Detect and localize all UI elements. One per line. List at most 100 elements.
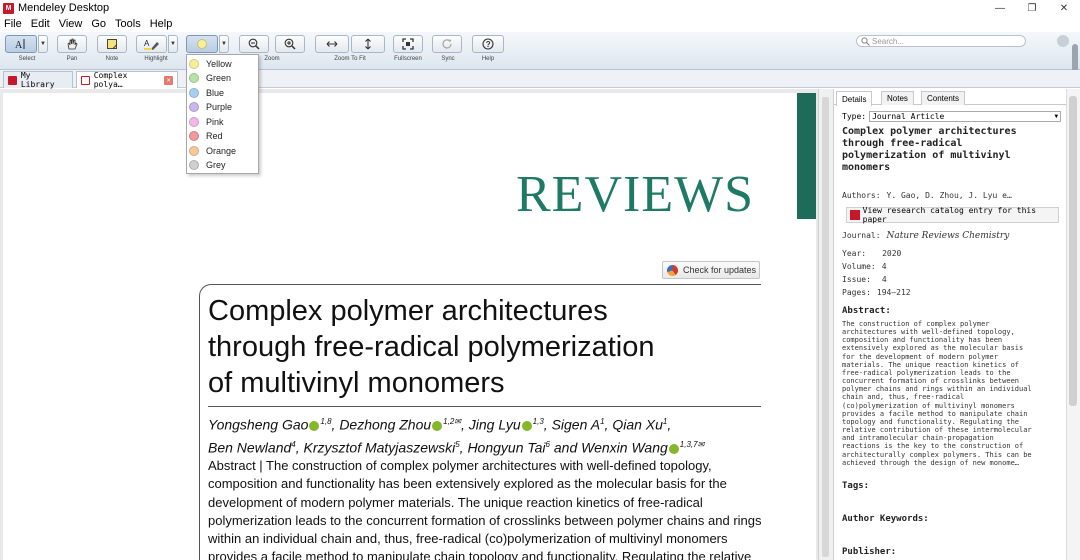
menu-tools[interactable]: Tools: [115, 18, 141, 30]
volume-field[interactable]: Volume: 4: [842, 262, 887, 271]
select-tool-dropdown[interactable]: ▼: [38, 35, 48, 53]
details-scrollbar[interactable]: [1069, 96, 1077, 406]
abstract-line: extensively explored as the molecular ba…: [842, 344, 1024, 353]
svg-text:?: ?: [486, 40, 491, 49]
purple-swatch-icon: [189, 102, 199, 112]
select-tool-button[interactable]: A: [5, 35, 37, 53]
menu-view[interactable]: View: [59, 18, 83, 30]
check-for-updates-button[interactable]: Check for updates: [662, 261, 760, 279]
user-avatar-icon[interactable]: [1057, 35, 1069, 47]
author-keywords-heading[interactable]: Author Keywords:: [842, 514, 929, 524]
color-option-yellow[interactable]: Yellow: [187, 57, 259, 71]
search-input[interactable]: Search...: [856, 35, 1026, 47]
pdf-page[interactable]: REVIEWS Check for updates Complex polyme…: [3, 93, 816, 560]
highlight-color-button[interactable]: [186, 35, 218, 53]
pages-field[interactable]: Pages: 194–212: [842, 288, 911, 297]
menu-edit[interactable]: Edit: [31, 18, 50, 30]
orcid-icon[interactable]: [432, 420, 443, 431]
type-select[interactable]: Journal Article ▼: [869, 111, 1062, 122]
pan-tool-button[interactable]: [57, 35, 87, 53]
menu-bar: File Edit View Go Tools Help: [0, 16, 1080, 32]
authors-field[interactable]: Authors: Y. Gao, D. Zhou, J. Lyu e…: [842, 191, 1012, 200]
help-button[interactable]: ?: [472, 35, 504, 53]
authors-label: Authors:: [842, 191, 881, 200]
color-option-grey[interactable]: Grey: [187, 158, 259, 172]
close-window-button[interactable]: ✕: [1048, 0, 1080, 16]
close-tab-icon[interactable]: ✕: [164, 75, 173, 85]
hand-icon: [67, 38, 78, 50]
document-title-field[interactable]: Complex polymer architectures through fr…: [842, 126, 1064, 174]
color-option-red[interactable]: Red: [187, 129, 259, 143]
highlight-color-dropdown[interactable]: ▼: [219, 35, 229, 53]
highlight-tool-button[interactable]: A: [136, 35, 167, 53]
journal-label: Journal:: [842, 231, 881, 240]
article-abstract[interactable]: Abstract | The construction of complex p…: [208, 457, 766, 560]
article-title-line: Complex polymer architectures: [208, 295, 608, 327]
abstract-line: Abstract | The construction of complex p…: [208, 458, 712, 473]
svg-text:A: A: [15, 40, 23, 50]
select-label: Select: [18, 56, 36, 62]
abstract-line: topology and functionality. Regulating t…: [842, 417, 1020, 426]
year-field[interactable]: Year: 2020: [842, 249, 901, 258]
title-bar: M Mendeley Desktop — ❐ ✕: [0, 0, 1080, 16]
tab-notes[interactable]: Notes: [881, 91, 914, 105]
zoom-in-icon: [284, 38, 296, 50]
sync-icon: [442, 39, 452, 49]
pink-swatch-icon: [189, 117, 199, 127]
abstract-line: architectures with well-defined topology…: [842, 328, 1015, 337]
tab-document[interactable]: Complex polya… ✕: [76, 71, 178, 89]
author-name: , Qian Xu: [604, 416, 663, 433]
menu-go[interactable]: Go: [91, 18, 106, 30]
orcid-icon[interactable]: [668, 443, 679, 454]
abstract-line: provides a facile method to manipulate c…: [842, 409, 1028, 418]
volume-label: Volume:: [842, 262, 876, 271]
tab-contents[interactable]: Contents: [921, 91, 966, 105]
zoom-out-button[interactable]: [239, 35, 269, 53]
journal-field[interactable]: Journal: Nature Reviews Chemistry: [842, 231, 1009, 241]
abstract-field[interactable]: The construction of complex polymer arch…: [842, 320, 1052, 467]
abstract-line: within an individual chain and, thus, fr…: [208, 531, 728, 547]
highlight-tool-dropdown[interactable]: ▼: [168, 35, 178, 53]
restore-button[interactable]: ❐: [1016, 0, 1048, 16]
author-name: , Krzysztof Matyjaszewski: [295, 439, 456, 456]
catalog-link-label: View research catalog entry for this pap…: [862, 206, 1037, 224]
color-option-purple[interactable]: Purple: [187, 100, 259, 114]
zoom-in-button[interactable]: [275, 35, 305, 53]
color-option-label: Red: [206, 131, 223, 141]
orcid-icon[interactable]: [521, 420, 532, 431]
chevron-down-icon: ▼: [1054, 113, 1059, 120]
color-option-pink[interactable]: Pink: [187, 115, 259, 129]
mendeley-logo-icon: M: [3, 2, 14, 14]
abstract-line: materials. The unique reaction kinetics …: [842, 360, 1020, 369]
type-value: Journal Article: [872, 112, 945, 121]
issue-field[interactable]: Issue: 4: [842, 275, 887, 284]
sync-button[interactable]: [432, 35, 462, 53]
menu-file[interactable]: File: [4, 18, 22, 30]
tab-details[interactable]: Details: [836, 91, 873, 106]
tags-heading[interactable]: Tags:: [842, 481, 869, 491]
minimize-button[interactable]: —: [984, 0, 1016, 16]
menu-help[interactable]: Help: [150, 18, 173, 30]
color-option-blue[interactable]: Blue: [187, 86, 259, 100]
tab-my-library[interactable]: My Library: [3, 71, 73, 89]
document-scrollbar[interactable]: [822, 97, 829, 557]
note-tool-button[interactable]: [97, 35, 127, 53]
orcid-icon[interactable]: [309, 420, 320, 431]
pages-label: Pages:: [842, 288, 871, 297]
color-option-orange[interactable]: Orange: [187, 144, 259, 158]
author-affiliation: 1,3,7✉: [679, 439, 705, 449]
author-affiliation: 1,3: [532, 417, 544, 426]
color-option-green[interactable]: Green: [187, 71, 259, 85]
article-title[interactable]: Complex polymer architectures through fr…: [208, 293, 768, 401]
research-catalog-button[interactable]: View research catalog entry for this pap…: [846, 206, 1059, 224]
fit-height-button[interactable]: [351, 35, 385, 53]
article-authors[interactable]: Yongsheng Gao 1,8, Dezhong Zhou 1,2✉, Jing…: [208, 412, 768, 457]
authors-line: Yongsheng Gao 1,8, Dezhong Zhou 1,2✉, Jing…: [208, 412, 768, 435]
abstract-line: composition and functionality has been: [842, 336, 1003, 345]
publisher-heading[interactable]: Publisher:: [842, 547, 896, 557]
fit-width-button[interactable]: [315, 35, 349, 53]
color-option-label: Green: [206, 73, 232, 83]
pages-value: 194–212: [876, 288, 911, 297]
fullscreen-button[interactable]: [393, 35, 423, 53]
pdf-viewer[interactable]: REVIEWS Check for updates Complex polyme…: [0, 89, 818, 560]
